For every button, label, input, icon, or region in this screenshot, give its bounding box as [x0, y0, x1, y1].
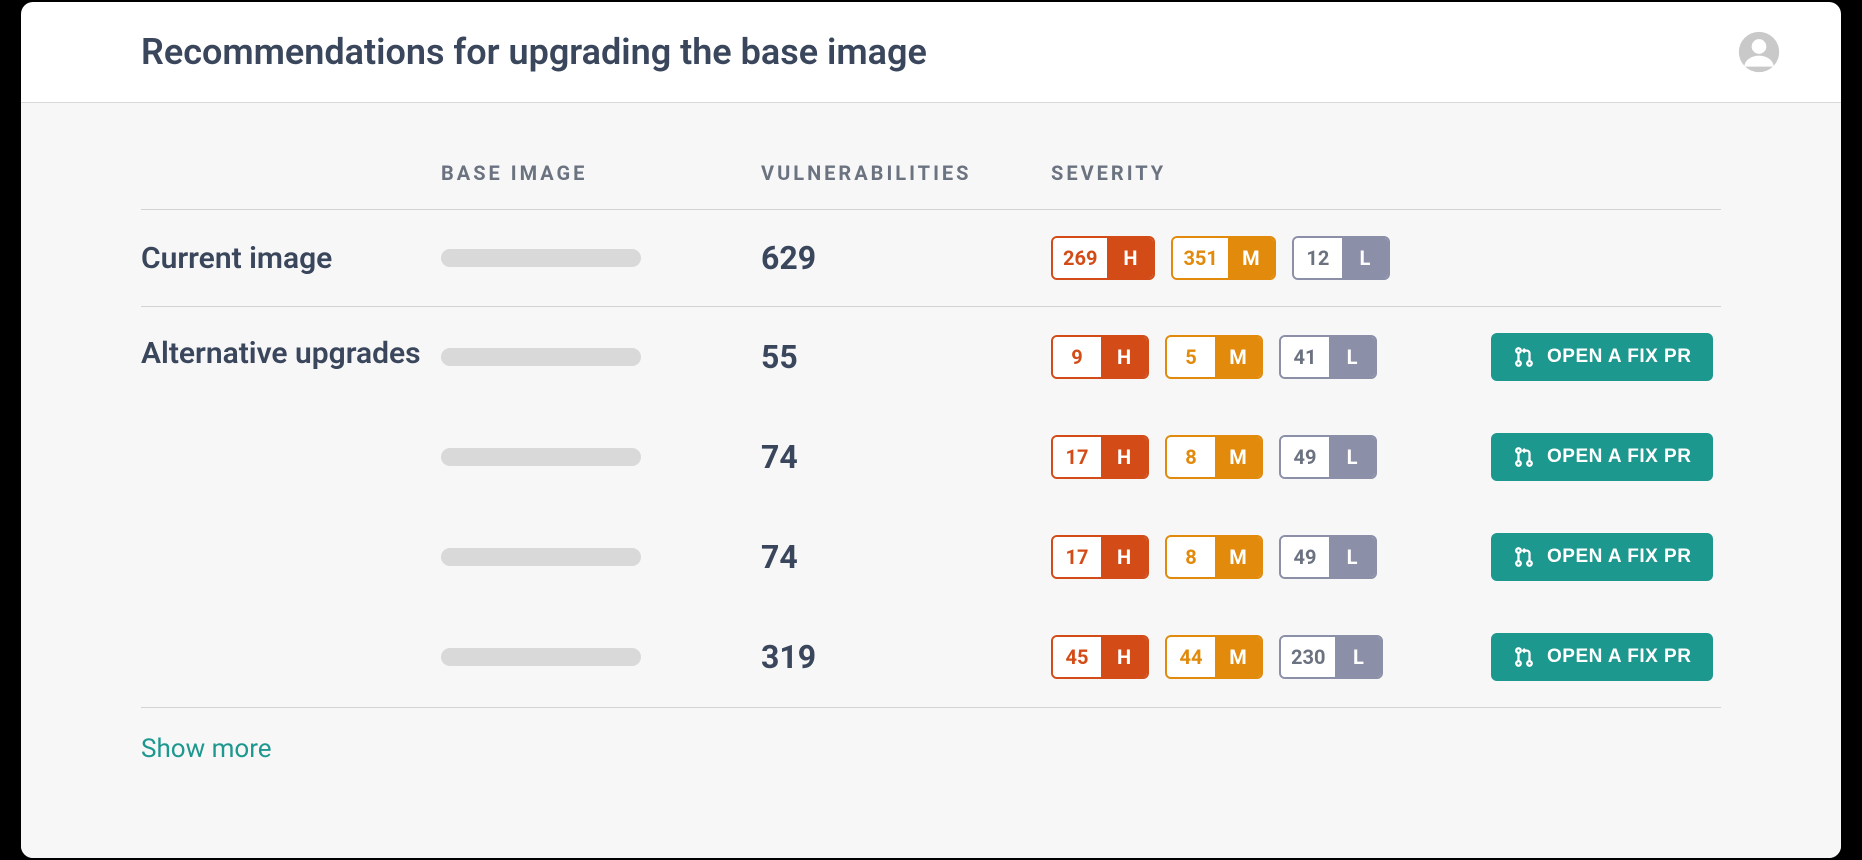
current-image-row: Current image 629 269 H 351 M 12 L	[141, 210, 1721, 307]
recommendations-panel: Recommendations for upgrading the base i…	[21, 2, 1841, 858]
open-fix-pr-button[interactable]: OPEN A FIX PR	[1491, 633, 1713, 681]
pull-request-icon	[1513, 546, 1535, 568]
open-fix-pr-button[interactable]: OPEN A FIX PR	[1491, 533, 1713, 581]
severity-high-pill: 9 H	[1051, 335, 1149, 379]
severity-high-letter: H	[1101, 637, 1147, 677]
base-image-placeholder	[441, 448, 641, 466]
severity-high-count: 17	[1053, 537, 1101, 577]
panel-content: BASE IMAGE VULNERABILITIES SEVERITY Curr…	[21, 103, 1841, 858]
vulnerability-count: 55	[761, 338, 1051, 376]
severity-low-pill: 12 L	[1292, 236, 1390, 280]
severity-low-letter: L	[1329, 537, 1375, 577]
severity-low-letter: L	[1329, 437, 1375, 477]
severity-low-pill: 41 L	[1279, 335, 1377, 379]
severity-low-count: 49	[1281, 537, 1329, 577]
severity-medium-pill: 5 M	[1165, 335, 1263, 379]
vulnerability-count: 629	[761, 239, 1051, 277]
table-row: 319 45 H 44 M 230 L	[141, 607, 1721, 707]
severity-high-pill: 45 H	[1051, 635, 1149, 679]
severity-high-count: 45	[1053, 637, 1101, 677]
severity-high-letter: H	[1101, 437, 1147, 477]
severity-group: 9 H 5 M 41 L	[1051, 335, 1491, 379]
severity-high-letter: H	[1101, 337, 1147, 377]
severity-low-count: 41	[1281, 337, 1329, 377]
base-image-placeholder	[441, 348, 641, 366]
column-severity: SEVERITY	[1051, 161, 1491, 185]
severity-low-pill: 49 L	[1279, 435, 1377, 479]
severity-medium-letter: M	[1215, 537, 1261, 577]
severity-low-pill: 230 L	[1279, 635, 1383, 679]
pull-request-icon	[1513, 446, 1535, 468]
current-image-label: Current image	[141, 241, 441, 276]
severity-low-count: 230	[1281, 637, 1335, 677]
vulnerability-count: 74	[761, 438, 1051, 476]
severity-group: 269 H 351 M 12 L	[1051, 236, 1491, 280]
severity-high-pill: 17 H	[1051, 435, 1149, 479]
user-avatar-icon[interactable]	[1737, 30, 1781, 74]
base-image-placeholder	[441, 648, 641, 666]
severity-medium-count: 351	[1173, 238, 1227, 278]
severity-medium-pill: 8 M	[1165, 535, 1263, 579]
severity-low-letter: L	[1342, 238, 1388, 278]
severity-high-count: 269	[1053, 238, 1107, 278]
severity-medium-letter: M	[1215, 337, 1261, 377]
open-fix-pr-button[interactable]: OPEN A FIX PR	[1491, 333, 1713, 381]
panel-header: Recommendations for upgrading the base i…	[21, 2, 1841, 103]
severity-high-pill: 17 H	[1051, 535, 1149, 579]
column-base-image: BASE IMAGE	[441, 161, 761, 185]
severity-medium-count: 8	[1167, 537, 1215, 577]
severity-high-pill: 269 H	[1051, 236, 1155, 280]
severity-medium-pill: 351 M	[1171, 236, 1275, 280]
alternative-upgrades-group: Alternative upgrades 55 9 H 5 M 4	[141, 307, 1721, 708]
pull-request-icon	[1513, 346, 1535, 368]
severity-low-count: 12	[1294, 238, 1342, 278]
severity-high-count: 9	[1053, 337, 1101, 377]
severity-group: 17 H 8 M 49 L	[1051, 435, 1491, 479]
show-more-link[interactable]: Show more	[141, 708, 272, 790]
severity-medium-count: 5	[1167, 337, 1215, 377]
fix-button-label: OPEN A FIX PR	[1547, 546, 1691, 568]
pull-request-icon	[1513, 646, 1535, 668]
recommendations-table: BASE IMAGE VULNERABILITIES SEVERITY Curr…	[141, 129, 1721, 790]
severity-low-letter: L	[1329, 337, 1375, 377]
table-row: 74 17 H 8 M 49 L	[141, 507, 1721, 607]
severity-medium-pill: 44 M	[1165, 635, 1263, 679]
base-image-placeholder	[441, 249, 641, 267]
severity-low-letter: L	[1335, 637, 1381, 677]
severity-medium-letter: M	[1228, 238, 1274, 278]
severity-medium-letter: M	[1215, 637, 1261, 677]
column-vulnerabilities: VULNERABILITIES	[761, 161, 1051, 185]
table-row: 74 17 H 8 M 49 L	[141, 407, 1721, 507]
table-header-row: BASE IMAGE VULNERABILITIES SEVERITY	[141, 129, 1721, 210]
severity-high-letter: H	[1107, 238, 1153, 278]
severity-medium-count: 8	[1167, 437, 1215, 477]
severity-medium-letter: M	[1215, 437, 1261, 477]
fix-button-label: OPEN A FIX PR	[1547, 346, 1691, 368]
severity-low-count: 49	[1281, 437, 1329, 477]
fix-button-label: OPEN A FIX PR	[1547, 646, 1691, 668]
alternative-upgrades-label: Alternative upgrades	[141, 333, 441, 375]
severity-medium-pill: 8 M	[1165, 435, 1263, 479]
table-row: Alternative upgrades 55 9 H 5 M 4	[141, 307, 1721, 407]
severity-high-count: 17	[1053, 437, 1101, 477]
severity-medium-count: 44	[1167, 637, 1215, 677]
severity-group: 17 H 8 M 49 L	[1051, 535, 1491, 579]
severity-group: 45 H 44 M 230 L	[1051, 635, 1491, 679]
vulnerability-count: 74	[761, 538, 1051, 576]
panel-title: Recommendations for upgrading the base i…	[141, 31, 927, 73]
severity-high-letter: H	[1101, 537, 1147, 577]
fix-button-label: OPEN A FIX PR	[1547, 446, 1691, 468]
vulnerability-count: 319	[761, 638, 1051, 676]
severity-low-pill: 49 L	[1279, 535, 1377, 579]
open-fix-pr-button[interactable]: OPEN A FIX PR	[1491, 433, 1713, 481]
base-image-placeholder	[441, 548, 641, 566]
